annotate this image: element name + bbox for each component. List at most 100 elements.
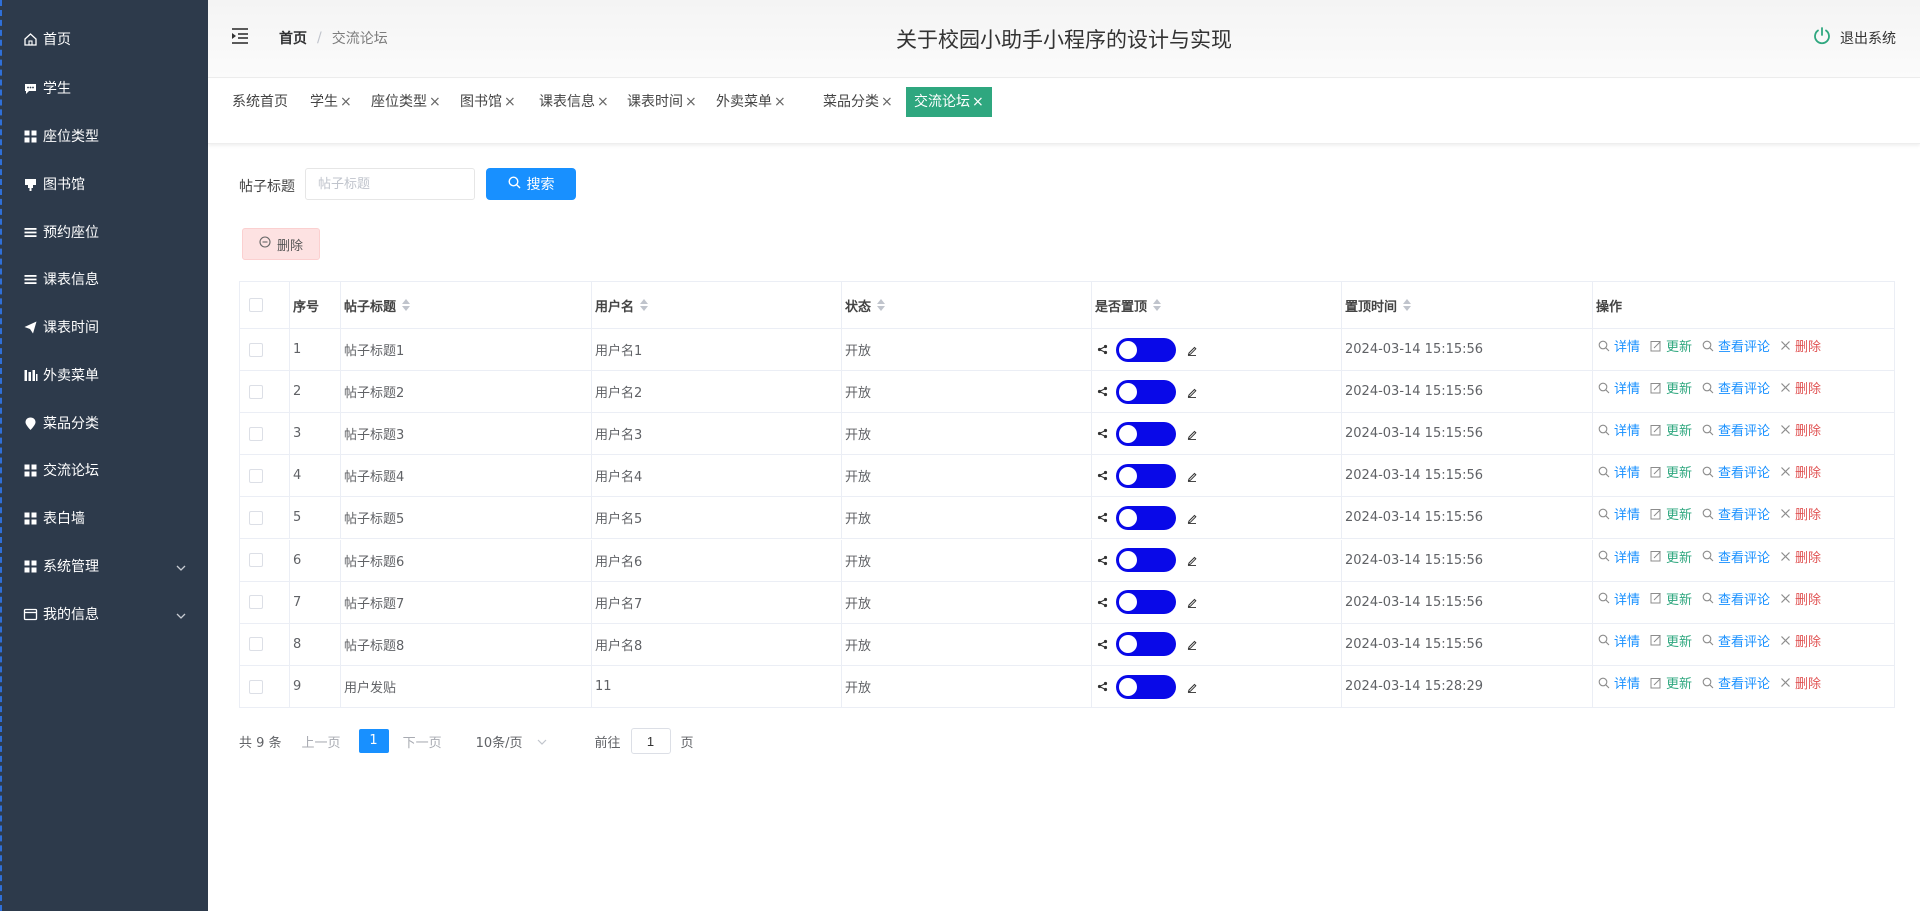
sort-icon[interactable] [402, 299, 411, 311]
edit-pencil-icon[interactable] [1186, 344, 1198, 356]
sidebar-item-9[interactable]: 交流论坛 [2, 448, 208, 492]
detail-button[interactable]: 详情 [1598, 420, 1640, 439]
tab-7[interactable]: 菜品分类 × [815, 87, 901, 117]
pin-toggle-switch[interactable] [1116, 590, 1176, 615]
comments-button[interactable]: 查看评论 [1702, 547, 1770, 566]
update-button[interactable]: 更新 [1650, 589, 1692, 608]
pin-toggle-switch[interactable] [1116, 463, 1176, 488]
sort-icon[interactable] [1153, 299, 1162, 311]
sidebar-item-10[interactable]: 表白墙 [2, 496, 208, 540]
row-checkbox[interactable] [249, 384, 263, 399]
sidebar-item-11[interactable]: 系统管理 [2, 544, 208, 588]
sort-icon[interactable] [640, 299, 649, 311]
sidebar-item-0[interactable]: 首页 [2, 17, 208, 61]
pagination-prev[interactable]: 上一页 [302, 732, 341, 751]
sidebar-item-3[interactable]: 图书馆 [2, 162, 208, 206]
tab-0[interactable]: 系统首页 [224, 87, 296, 117]
row-checkbox[interactable] [249, 679, 263, 694]
detail-button[interactable]: 详情 [1598, 504, 1640, 523]
sidebar-item-2[interactable]: 座位类型 [2, 114, 208, 158]
tab-close-icon[interactable]: × [972, 94, 984, 110]
pin-toggle-switch[interactable] [1116, 505, 1176, 530]
row-checkbox[interactable] [249, 595, 263, 610]
delete-button[interactable]: 删除 [1780, 589, 1821, 608]
tab-2[interactable]: 座位类型 × [363, 87, 449, 117]
comments-button[interactable]: 查看评论 [1702, 589, 1770, 608]
row-checkbox[interactable] [249, 426, 263, 441]
comments-button[interactable]: 查看评论 [1702, 504, 1770, 523]
comments-button[interactable]: 查看评论 [1702, 673, 1770, 692]
goto-page-input[interactable] [630, 728, 671, 754]
detail-button[interactable]: 详情 [1598, 673, 1640, 692]
sidebar-item-5[interactable]: 课表信息 [2, 257, 208, 301]
update-button[interactable]: 更新 [1650, 462, 1692, 481]
sidebar-item-8[interactable]: 菜品分类 [2, 401, 208, 445]
batch-delete-button[interactable]: 删除 [242, 228, 320, 260]
pin-toggle-switch[interactable] [1116, 632, 1176, 657]
edit-pencil-icon[interactable] [1186, 681, 1198, 693]
delete-button[interactable]: 删除 [1780, 673, 1821, 692]
pin-toggle-switch[interactable] [1116, 337, 1176, 362]
search-button[interactable]: 搜索 [486, 168, 576, 200]
pin-toggle-switch[interactable] [1116, 379, 1176, 404]
row-checkbox[interactable] [249, 637, 263, 652]
detail-button[interactable]: 详情 [1598, 378, 1640, 397]
edit-pencil-icon[interactable] [1186, 386, 1198, 398]
tab-1[interactable]: 学生 × [302, 87, 360, 117]
edit-pencil-icon[interactable] [1186, 554, 1198, 566]
row-checkbox[interactable] [249, 510, 263, 525]
pagination-current-page[interactable]: 1 [358, 729, 389, 753]
delete-button[interactable]: 删除 [1780, 462, 1821, 481]
search-input[interactable] [305, 168, 475, 200]
pin-toggle-switch[interactable] [1116, 674, 1176, 699]
comments-button[interactable]: 查看评论 [1702, 420, 1770, 439]
update-button[interactable]: 更新 [1650, 336, 1692, 355]
table-header-cell[interactable]: 用户名 [592, 282, 842, 328]
tab-8[interactable]: 交流论坛 × [906, 87, 992, 117]
tab-3[interactable]: 图书馆 × [452, 87, 524, 117]
delete-button[interactable]: 删除 [1780, 547, 1821, 566]
tab-close-icon[interactable]: × [774, 94, 786, 110]
tab-close-icon[interactable]: × [881, 94, 893, 110]
row-checkbox[interactable] [249, 468, 263, 483]
row-checkbox[interactable] [249, 342, 263, 357]
detail-button[interactable]: 详情 [1598, 547, 1640, 566]
tab-4[interactable]: 课表信息 × [531, 87, 617, 117]
sidebar-item-1[interactable]: 学生 [2, 66, 208, 110]
row-checkbox[interactable] [249, 553, 263, 568]
sidebar-item-6[interactable]: 课表时间 [2, 305, 208, 349]
detail-button[interactable]: 详情 [1598, 631, 1640, 650]
comments-button[interactable]: 查看评论 [1702, 631, 1770, 650]
sidebar-item-7[interactable]: 外卖菜单 [2, 353, 208, 397]
edit-pencil-icon[interactable] [1186, 470, 1198, 482]
table-header-cell[interactable]: 状态 [842, 282, 1092, 328]
sidebar-item-4[interactable]: 预约座位 [2, 210, 208, 254]
delete-button[interactable]: 删除 [1780, 336, 1821, 355]
delete-button[interactable]: 删除 [1780, 504, 1821, 523]
table-header-cell[interactable]: 帖子标题 [341, 282, 592, 328]
table-header-cell[interactable]: 置顶时间 [1342, 282, 1593, 328]
page-size-select[interactable]: 10条/页 [476, 732, 547, 751]
logout-button[interactable]: 退出系统 [1812, 26, 1896, 50]
select-all-checkbox[interactable] [249, 298, 263, 312]
tab-close-icon[interactable]: × [685, 94, 697, 110]
update-button[interactable]: 更新 [1650, 547, 1692, 566]
update-button[interactable]: 更新 [1650, 420, 1692, 439]
sidebar-item-12[interactable]: 我的信息 [2, 592, 208, 636]
comments-button[interactable]: 查看评论 [1702, 336, 1770, 355]
update-button[interactable]: 更新 [1650, 504, 1692, 523]
pagination-next[interactable]: 下一页 [403, 732, 442, 751]
tab-5[interactable]: 课表时间 × [619, 87, 705, 117]
tab-close-icon[interactable]: × [504, 94, 516, 110]
edit-pencil-icon[interactable] [1186, 428, 1198, 440]
tab-close-icon[interactable]: × [597, 94, 609, 110]
tab-6[interactable]: 外卖菜单 × [708, 87, 794, 117]
delete-button[interactable]: 删除 [1780, 420, 1821, 439]
sort-icon[interactable] [1403, 299, 1412, 311]
detail-button[interactable]: 详情 [1598, 336, 1640, 355]
detail-button[interactable]: 详情 [1598, 589, 1640, 608]
delete-button[interactable]: 删除 [1780, 631, 1821, 650]
comments-button[interactable]: 查看评论 [1702, 462, 1770, 481]
table-header-cell[interactable]: 是否置顶 [1092, 282, 1342, 328]
update-button[interactable]: 更新 [1650, 673, 1692, 692]
